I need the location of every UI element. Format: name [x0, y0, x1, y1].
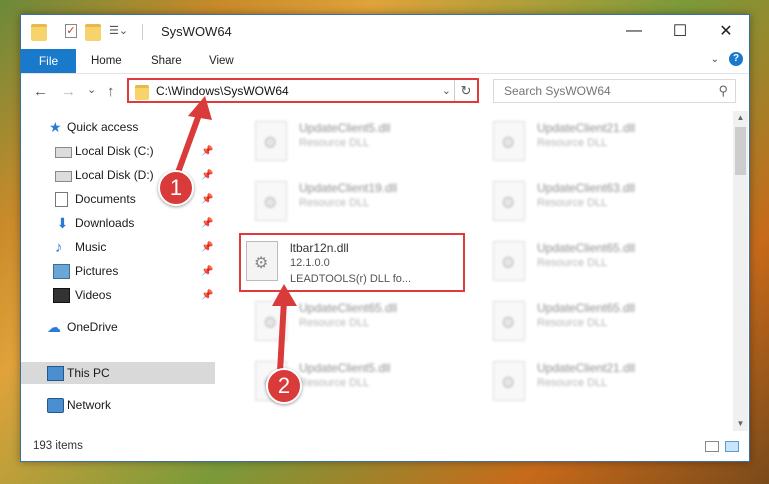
step-1-badge: 1: [158, 170, 194, 206]
arrow-2: [272, 284, 297, 375]
step-2-badge: 2: [266, 368, 302, 404]
annotation-arrows: [173, 96, 297, 375]
arrow-1: [173, 96, 212, 181]
